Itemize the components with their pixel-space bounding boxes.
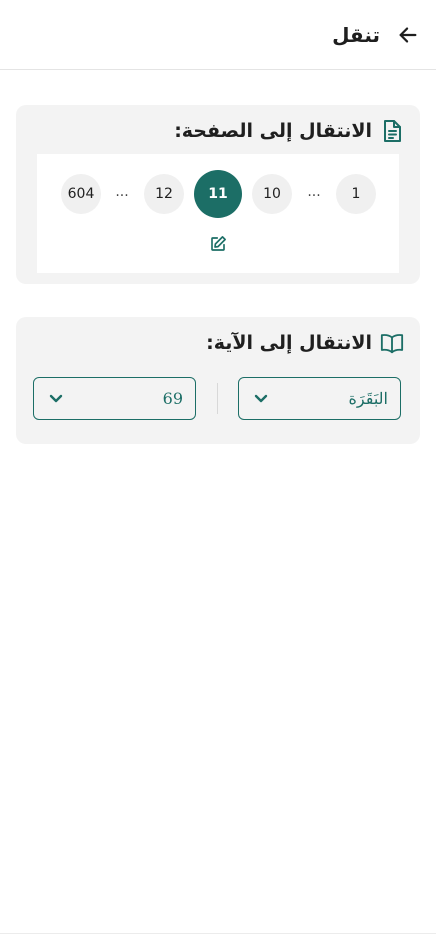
page-ellipsis: ... (115, 184, 129, 200)
surah-select[interactable]: البَقَرَة (238, 377, 401, 420)
app-header: تنقل (0, 0, 436, 70)
chevron-down-icon (48, 391, 64, 407)
ayah-navigation-card: الانتقال إلى الآية: البَقَرَة 69 (16, 317, 420, 444)
document-icon (380, 119, 404, 143)
page-chip-12[interactable]: 12 (144, 174, 184, 214)
page-navigation-card: الانتقال إلى الصفحة: 1 ... 10 11 12 ... … (16, 105, 420, 284)
page-chip-1[interactable]: 1 (336, 174, 376, 214)
ayah-select[interactable]: 69 (33, 377, 196, 420)
select-divider (217, 383, 218, 414)
page-ellipsis: ... (307, 184, 321, 200)
ayah-navigation-heading: الانتقال إلى الآية: (206, 329, 404, 357)
page-navigation-heading: الانتقال إلى الصفحة: (174, 117, 404, 145)
page-chip-604[interactable]: 604 (61, 174, 101, 214)
page-chip-11-current[interactable]: 11 (194, 170, 242, 218)
ayah-navigation-label: الانتقال إلى الآية: (206, 332, 372, 354)
page-navigation-label: الانتقال إلى الصفحة: (174, 120, 372, 142)
open-book-icon (380, 331, 404, 355)
surah-select-value: البَقَرَة (348, 389, 388, 408)
page-chip-10[interactable]: 10 (252, 174, 292, 214)
page-pager: 1 ... 10 11 12 ... 604 (37, 154, 399, 273)
ayah-select-value: 69 (162, 389, 183, 408)
back-button[interactable] (396, 23, 420, 47)
arrow-left-icon (399, 27, 417, 43)
page-title: تنقل (332, 23, 380, 47)
edit-page-button[interactable] (208, 234, 228, 254)
chevron-down-icon (253, 391, 269, 407)
edit-icon (211, 236, 226, 251)
